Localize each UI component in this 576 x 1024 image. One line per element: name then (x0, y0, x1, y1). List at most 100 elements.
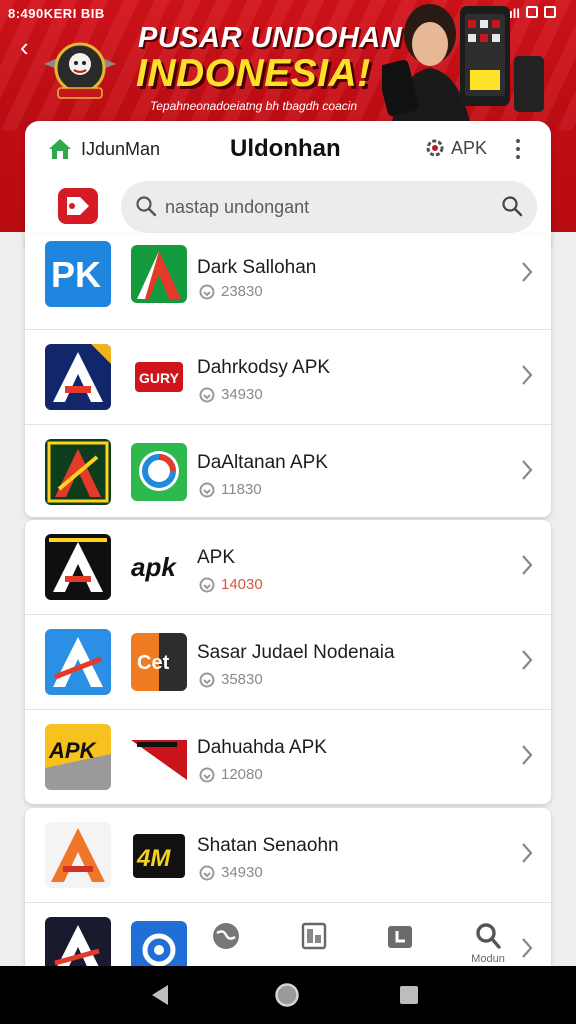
app-list-card: PK Dark Sallohan 23830 GURY Dahrkodsy AP… (25, 235, 551, 517)
blue-a-icon (45, 629, 111, 695)
search-submit-icon[interactable] (501, 195, 523, 217)
chevron-right-icon (522, 262, 533, 282)
app-meta: 14030 (199, 576, 263, 593)
apk-label: APK (451, 137, 488, 158)
yellow-4m-icon: 4M (131, 826, 187, 884)
app-list-card: apk APK 14030 Cеt Sasar Judael Nodenaia … (25, 520, 551, 804)
apk-text-icon: apk (131, 538, 187, 596)
svg-text:apk: apk (131, 552, 177, 582)
svg-text:Cеt: Cеt (137, 652, 170, 674)
search-field[interactable]: nastap undongant (121, 181, 537, 233)
app-meta: 11830 (199, 481, 262, 498)
red-app-icon[interactable] (58, 188, 98, 224)
back-button[interactable]: ‹ (20, 34, 29, 60)
svg-text:APK: APK (48, 738, 98, 763)
banner-subtitle: Tepahneonadoeiatng bh tbagdh coacin (150, 99, 358, 113)
search-icon (476, 923, 501, 949)
app-title: Uldonhan (230, 135, 341, 162)
brand-logo (44, 42, 116, 99)
apk-settings-button[interactable]: APK (423, 136, 487, 160)
download-count-icon (199, 577, 215, 592)
more-icon[interactable] (510, 137, 526, 161)
list-item[interactable]: 4M Shatan Senaohn 34930 (25, 808, 551, 903)
tab-downloads[interactable] (377, 921, 423, 953)
chat-swirl-icon (131, 443, 187, 501)
search-placeholder: nastap undongant (165, 197, 310, 217)
list-item[interactable]: APK Dahuahda APK 12080 (25, 710, 551, 804)
download-count: 34930 (221, 386, 263, 403)
download-count-icon (199, 387, 215, 402)
download-count-icon (199, 767, 215, 782)
chevron-right-icon (522, 365, 533, 385)
app-meta: 34930 (199, 386, 263, 403)
app-title: Dark Sallohan (197, 257, 317, 278)
chevron-right-icon (522, 650, 533, 670)
download-count: 11830 (221, 481, 262, 498)
download-count-icon (199, 672, 215, 687)
download-count-icon (199, 482, 215, 497)
orange-c-icon: Cеt (131, 633, 187, 691)
download-count-icon (199, 865, 215, 880)
red-badge-icon: GURY (131, 348, 187, 406)
list-item[interactable]: Cеt Sasar Judael Nodenaia 35830 (25, 615, 551, 710)
status-time: 8:490KERI BIB (8, 6, 105, 21)
download-count-icon (199, 284, 215, 299)
yellow-apk-icon: APK (45, 724, 111, 790)
chevron-right-icon (522, 745, 533, 765)
banner-headline-1: PUSAR UNDOHAN (138, 22, 403, 54)
search-icon (136, 196, 157, 217)
document-icon (301, 922, 327, 950)
app-title: Shatan Senaohn (197, 835, 339, 856)
list-item[interactable]: PK Dark Sallohan 23830 (25, 235, 551, 330)
list-item[interactable]: DaAltanan APK 11830 (25, 425, 551, 517)
chevron-right-icon (522, 460, 533, 480)
globe-icon (213, 923, 239, 949)
tab-explore[interactable] (203, 921, 249, 953)
download-count: 14030 (221, 576, 263, 593)
list-item[interactable]: GURY Dahrkodsy APK 34930 (25, 330, 551, 425)
app-meta: 35830 (199, 671, 263, 688)
download-count: 35830 (221, 671, 263, 688)
app-list-card: 4M Shatan Senaohn 34930 Modun (25, 808, 551, 978)
system-navigation-bar (0, 966, 576, 1024)
app-meta: 34930 (199, 864, 263, 881)
chevron-right-icon (522, 938, 533, 958)
svg-text:4M: 4M (136, 845, 171, 872)
back-triangle-icon[interactable] (148, 982, 174, 1008)
svg-text:PK: PK (51, 254, 101, 295)
app-title: DaAltanan APK (197, 452, 328, 473)
app-meta: 23830 (199, 283, 263, 300)
gear-icon (426, 139, 444, 157)
navy-a-icon (45, 344, 111, 410)
app-title: Dahuahda APK (197, 737, 327, 758)
tab-documents[interactable] (291, 921, 337, 953)
recents-square-icon[interactable] (396, 982, 422, 1008)
download-count: 12080 (221, 766, 263, 783)
promo-model-illustration (382, 4, 544, 122)
app-title: Dahrkodsy APK (197, 357, 331, 378)
tab-search-label: Modun (471, 953, 505, 965)
chevron-right-icon (522, 843, 533, 863)
header-card: IJdunMan Uldonhan APK nastap undongant (25, 121, 551, 247)
app-title: APK (197, 547, 236, 568)
app-title: Sasar Judael Nodenaia (197, 642, 395, 663)
black-a-icon (45, 534, 111, 600)
app-meta: 12080 (199, 766, 263, 783)
home-circle-icon[interactable] (274, 982, 300, 1008)
red-tag-icon (131, 728, 187, 786)
orange-a-icon (45, 822, 111, 888)
chevron-right-icon (522, 555, 533, 575)
download-count: 23830 (221, 283, 263, 300)
download-icon (388, 926, 412, 948)
list-item[interactable]: apk APK 14030 (25, 520, 551, 615)
tab-search[interactable]: Modun (465, 921, 511, 965)
svg-text:GURY: GURY (139, 370, 180, 386)
brand[interactable]: IJdunMan (47, 137, 160, 161)
apk-blue-icon: PK (45, 241, 111, 307)
home-icon (49, 139, 71, 159)
banner-headline-2: INDONESIA! (136, 52, 371, 95)
green-a-icon (45, 439, 111, 505)
brand-label: IJdunMan (81, 138, 161, 159)
download-count: 34930 (221, 864, 263, 881)
green-a-icon (131, 245, 187, 303)
